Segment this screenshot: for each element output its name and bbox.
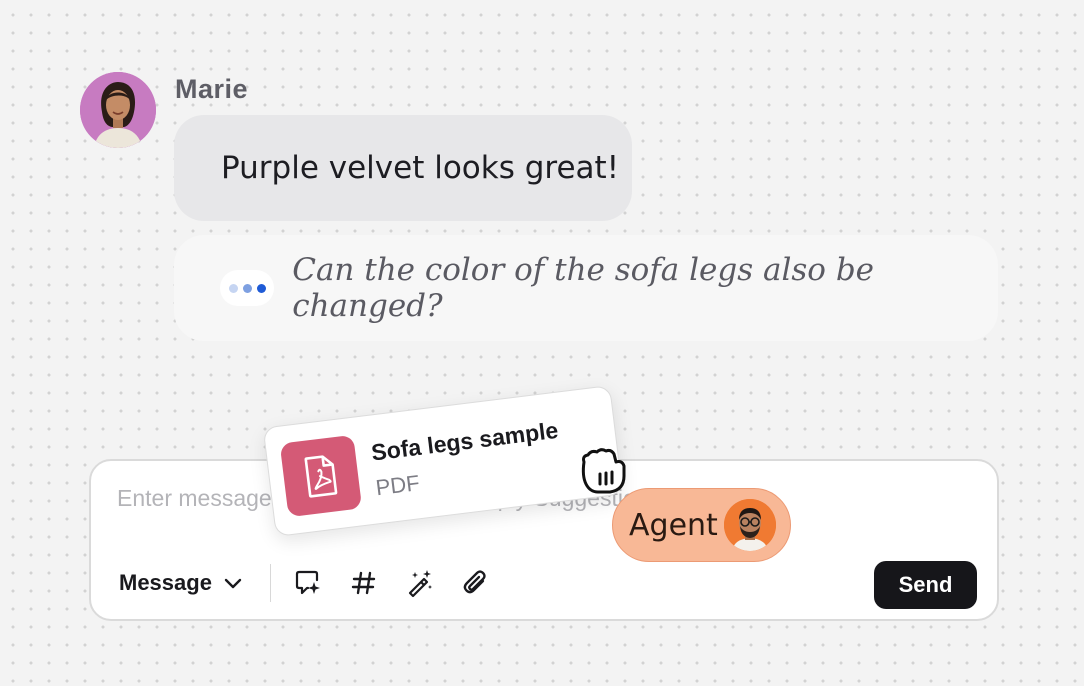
typing-dot xyxy=(256,283,266,293)
attachment-name: Sofa legs sample xyxy=(369,416,560,466)
pdf-file-icon xyxy=(279,434,363,518)
ai-chat-sparkle-icon xyxy=(296,570,321,595)
typing-text: Can the color of the sofa legs also be c… xyxy=(292,252,875,324)
chevron-down-icon xyxy=(224,578,242,589)
magic-wand-button[interactable] xyxy=(399,562,441,604)
ai-reply-button[interactable] xyxy=(287,562,329,604)
message-mode-label: Message xyxy=(119,570,212,595)
message-bubble: Purple velvet looks great! xyxy=(174,115,632,221)
attach-file-button[interactable] xyxy=(455,562,497,604)
sender-avatar xyxy=(80,72,156,148)
attachment-type: PDF xyxy=(374,470,421,501)
hashtag-button[interactable] xyxy=(343,562,385,604)
toolbar-divider xyxy=(269,564,272,602)
typing-bubble: Can the color of the sofa legs also be c… xyxy=(174,235,998,341)
message-text: Purple velvet looks great! xyxy=(221,150,620,186)
typing-dot xyxy=(228,283,238,293)
paperclip-icon xyxy=(464,570,487,594)
agent-avatar xyxy=(724,499,776,551)
composer-toolbar: Message xyxy=(119,559,511,607)
sender-name: Marie xyxy=(175,74,249,104)
hashtag-icon xyxy=(352,571,376,595)
agent-tag[interactable]: Agent xyxy=(612,488,791,562)
magic-wand-icon xyxy=(409,570,433,598)
message-mode-select[interactable]: Message xyxy=(119,570,244,596)
send-button[interactable]: Send xyxy=(874,561,977,609)
typing-indicator xyxy=(220,270,275,306)
grab-hand-cursor-icon xyxy=(572,440,632,500)
agent-label: Agent xyxy=(629,507,718,543)
typing-dot xyxy=(242,283,252,293)
